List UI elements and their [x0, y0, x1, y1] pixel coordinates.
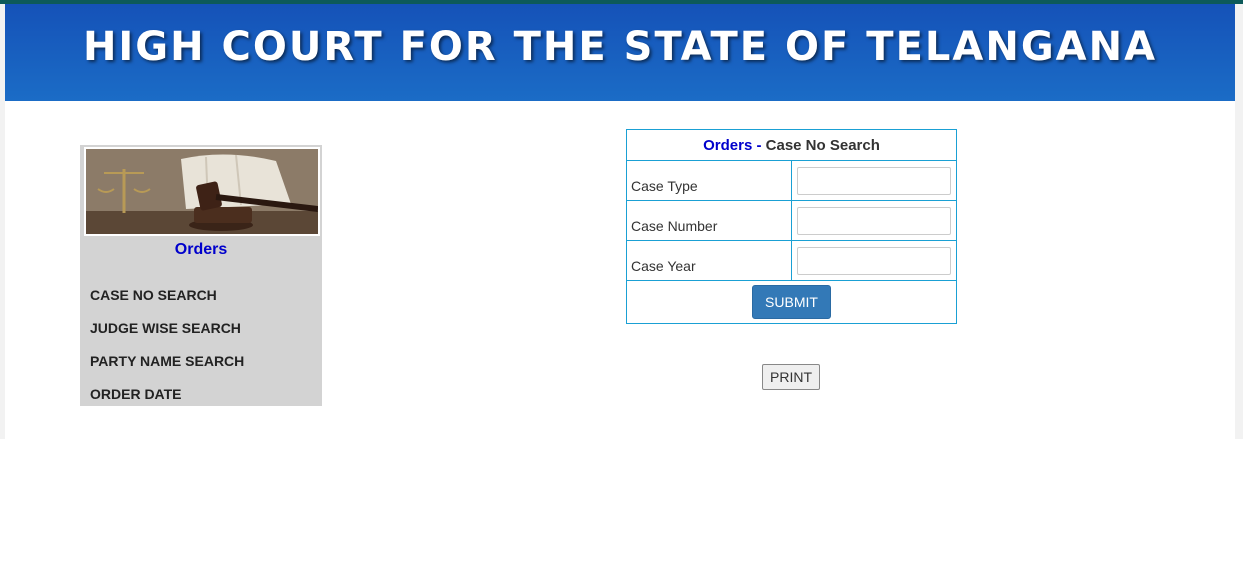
form-header-separator: - [752, 136, 766, 154]
case-number-cell [791, 200, 957, 241]
case-number-label: Case Number [626, 200, 792, 241]
case-type-label: Case Type [626, 160, 792, 201]
print-button[interactable]: PRINT [762, 364, 820, 390]
order-date-link[interactable]: ORDER DATE [90, 386, 182, 402]
judge-wise-search-link[interactable]: JUDGE WISE SEARCH [90, 320, 241, 336]
party-name-search-link[interactable]: PARTY NAME SEARCH [90, 353, 244, 369]
case-type-input[interactable] [797, 166, 951, 195]
form-header-subtitle: Case No Search [765, 136, 880, 154]
case-year-input[interactable] [797, 246, 951, 275]
gavel-scales-icon [84, 147, 320, 236]
submit-cell: SUBMIT [626, 280, 957, 324]
case-no-search-link[interactable]: CASE NO SEARCH [90, 287, 217, 303]
site-title: HIGH COURT FOR THE STATE OF TELANGANA [82, 23, 1158, 70]
form-header-orders: Orders [703, 136, 753, 154]
form-header: Orders - Case No Search [626, 129, 957, 161]
orders-sidebar: Orders CASE NO SEARCH JUDGE WISE SEARCH … [80, 145, 322, 406]
header-banner: HIGH COURT FOR THE STATE OF TELANGANA [5, 4, 1235, 101]
case-no-search-form: Orders - Case No Search Case Type Case N… [626, 129, 957, 324]
case-number-input[interactable] [797, 206, 951, 235]
search-table: Orders - Case No Search Case Type Case N… [626, 129, 957, 324]
submit-button[interactable]: SUBMIT [752, 285, 831, 319]
case-type-cell [791, 160, 957, 201]
case-year-label: Case Year [626, 240, 792, 281]
case-year-cell [791, 240, 957, 281]
sidebar-title: Orders [174, 241, 228, 258]
